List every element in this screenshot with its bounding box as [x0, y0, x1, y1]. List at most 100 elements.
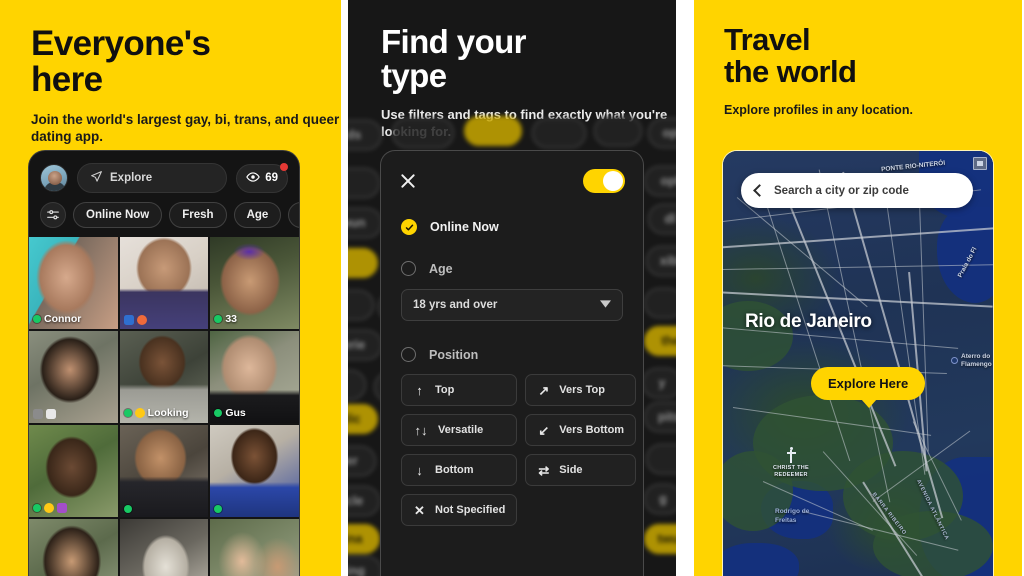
chevron-left-icon[interactable] [753, 184, 766, 197]
viewers-count: 69 [265, 172, 278, 184]
filters-toggle[interactable] [583, 169, 625, 193]
minimap-icon[interactable] [973, 157, 987, 170]
app-top-bar: Explore 69 [29, 151, 299, 193]
chip-age[interactable]: Age [233, 202, 282, 228]
profile-badges: 33 [214, 313, 237, 325]
explore-label: Explore [110, 172, 153, 184]
bg-tag: pits [644, 402, 676, 432]
avatar[interactable] [40, 164, 68, 192]
position-not-specified[interactable]: ✕ Not Specified [401, 494, 518, 526]
filter-option-online-now[interactable]: Online Now [381, 193, 643, 235]
bg-tag [532, 118, 586, 148]
arrow-up-right-icon: ↗ [538, 382, 550, 398]
profile-name: 33 [225, 313, 238, 325]
profile-card[interactable] [119, 237, 209, 329]
filter-sheet: Online Now Age 18 yrs and over Position … [380, 150, 644, 576]
position-bottom[interactable]: ↓ Bottom [401, 454, 518, 486]
profile-name: Gus [225, 407, 246, 419]
viewers-pill[interactable]: 69 [236, 162, 288, 193]
badge-star [134, 408, 145, 418]
option-label: Online Now [430, 220, 499, 234]
map-poi-marker[interactable] [951, 357, 958, 364]
option-label: Age [429, 261, 453, 276]
map-water [723, 543, 799, 576]
profile-card[interactable]: Gus [210, 331, 299, 423]
landmark-christ-the-redeemer[interactable]: CHRIST THE REDEEMER [773, 447, 809, 479]
phone-mockup-map: Search a city or zip code PONTE RIO-NITE… [722, 150, 994, 576]
explore-search-pill[interactable]: Explore [77, 163, 228, 193]
panel-divider [341, 0, 348, 576]
badge-white-square [46, 409, 56, 419]
profile-card[interactable] [119, 425, 209, 517]
bg-tag: terie [348, 330, 382, 360]
profile-card[interactable]: Looking [119, 331, 209, 423]
profile-grid: Connor 33 Looking Gus [29, 237, 299, 576]
position-vers-top[interactable]: ↗ Vers Top [525, 374, 637, 406]
chip-fresh[interactable]: Fresh [169, 202, 227, 228]
sliders-icon[interactable] [40, 202, 66, 228]
position-label: Bottom [435, 464, 474, 476]
location-search-bar[interactable]: Search a city or zip code [741, 173, 973, 208]
panel-everyones-here: Everyone's here Join the world's largest… [0, 0, 341, 576]
close-icon[interactable] [399, 172, 417, 190]
position-side[interactable]: ⇄ Side [525, 454, 637, 486]
position-vers-bottom[interactable]: ↙ Vers Bottom [525, 414, 637, 446]
position-label: Vers Top [559, 384, 605, 396]
bg-tag [464, 116, 522, 146]
bg-tag: sing [348, 556, 382, 576]
check-icon [401, 219, 417, 235]
radio-icon [401, 347, 416, 362]
profile-name: Connor [44, 313, 82, 325]
profile-card[interactable]: 33 [210, 237, 299, 329]
position-versatile[interactable]: ↑↓ Versatile [401, 414, 518, 446]
filter-option-position[interactable]: Position [381, 321, 643, 362]
panel-divider [676, 0, 694, 576]
badge-star [44, 503, 54, 513]
chip-position[interactable]: Positi [288, 202, 299, 228]
page-title: Everyone's here [0, 0, 341, 98]
profile-badges: Looking [123, 407, 188, 419]
position-label: Top [435, 384, 455, 396]
bg-tag [348, 248, 378, 278]
bg-tag [348, 168, 380, 198]
bg-tag: cina [348, 524, 380, 554]
page-subtitle: Join the world's largest gay, bi, trans,… [31, 112, 340, 145]
arrows-swap-icon: ⇄ [538, 462, 550, 478]
eye-icon [246, 170, 261, 187]
page-title: Travel the world [694, 0, 1022, 88]
profile-card[interactable] [29, 425, 118, 517]
map-canvas[interactable]: Search a city or zip code PONTE RIO-NITE… [723, 151, 993, 576]
profile-card[interactable] [29, 519, 118, 576]
age-range-select[interactable]: 18 yrs and over [401, 289, 623, 321]
arrow-up-down-icon: ↑↓ [414, 422, 428, 438]
profile-card[interactable] [29, 331, 118, 423]
online-dot [214, 505, 223, 513]
bg-tag: oph [648, 118, 676, 148]
age-select-value: 18 yrs and over [413, 299, 498, 311]
position-label: Not Specified [435, 504, 506, 516]
explore-here-button[interactable]: Explore Here [811, 367, 926, 408]
bg-tag [646, 444, 676, 474]
headline-line-2: here [31, 60, 103, 100]
filter-chip-row: Online Now Fresh Age Positi [29, 193, 299, 237]
profile-card[interactable] [210, 425, 299, 517]
position-top[interactable]: ↑ Top [401, 374, 518, 406]
online-dot [33, 315, 41, 323]
bg-tag [348, 290, 374, 320]
filter-option-age[interactable]: Age [381, 235, 643, 276]
badge-gray-square [33, 409, 43, 419]
chip-online-now[interactable]: Online Now [73, 202, 163, 228]
panel-travel-the-world: Travel the world Explore profiles in any… [694, 0, 1022, 576]
profile-badges [33, 409, 56, 419]
phone-mockup-browse: Explore 69 Online Now Fresh Age Connor 3… [28, 150, 300, 576]
profile-card[interactable]: Connor [29, 237, 118, 329]
page-subtitle: Explore profiles in any location. [724, 102, 913, 117]
profile-card[interactable] [119, 519, 209, 576]
arrow-down-left-icon: ↙ [538, 422, 550, 438]
profile-badges: Gus [214, 407, 246, 419]
close-small-icon: ✕ [414, 502, 425, 518]
search-input[interactable]: Search a city or zip code [774, 185, 909, 197]
city-label: Rio de Janeiro [745, 311, 872, 332]
position-label: Versatile [438, 424, 484, 436]
profile-card[interactable] [210, 519, 299, 576]
